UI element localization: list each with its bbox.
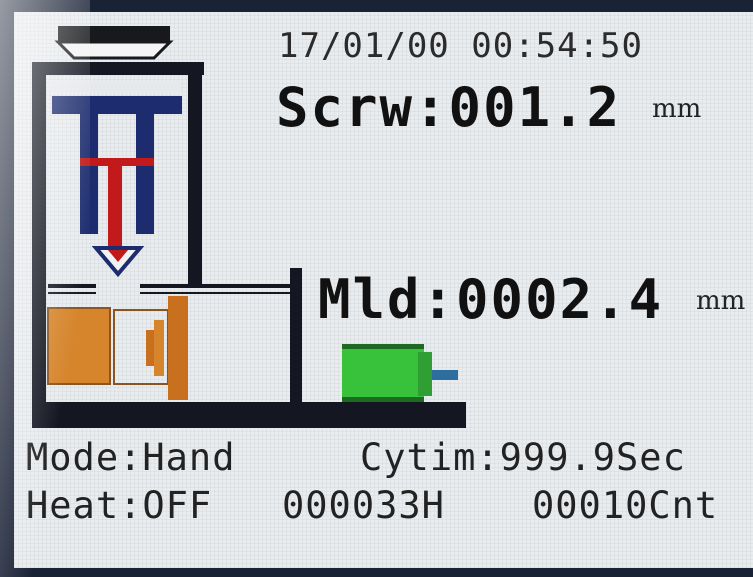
operating-hours-readout: 000033H: [282, 484, 445, 527]
motor-icon: [342, 344, 458, 402]
datetime-display: 17/01/00 00:54:50: [278, 26, 643, 66]
cycle-count-readout: 00010Cnt: [532, 484, 719, 527]
cycle-time-readout: Cytim:999.9Sec: [360, 436, 686, 479]
platen: [48, 284, 290, 294]
mold-icon: [47, 296, 188, 400]
mold-position-readout: Mld:0002.4: [318, 268, 664, 331]
heat-status: Heat:OFF: [26, 484, 213, 527]
screw-unit-label: mm: [652, 94, 702, 124]
display-bezel: 17/01/00 00:54:50 Scrw:001.2 mm Mld:0002…: [0, 0, 753, 577]
hopper-icon: [54, 26, 174, 60]
screw-position-readout: Scrw:001.2: [276, 76, 622, 139]
injection-unit-icon: [50, 82, 182, 278]
lcd-screen: 17/01/00 00:54:50 Scrw:001.2 mm Mld:0002…: [14, 12, 753, 568]
mode-status: Mode:Hand: [26, 436, 236, 479]
mold-unit-label: mm: [696, 286, 746, 316]
